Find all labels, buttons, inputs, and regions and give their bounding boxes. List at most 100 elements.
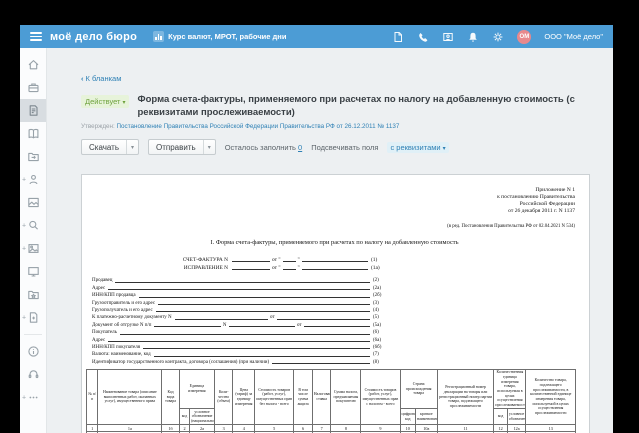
- account-name[interactable]: ООО "Моё дело": [544, 32, 603, 41]
- sidebar-item-person-add[interactable]: +: [20, 168, 46, 191]
- screen-background: моё дело бюро Курс валют, МРОТ, рабочие …: [0, 0, 639, 433]
- form-line-mid-label: от: [295, 323, 304, 328]
- sidebar-item-folder-transfer[interactable]: [20, 145, 46, 168]
- column-number-cell: 2а: [190, 425, 215, 432]
- sidebar-item-folder-star[interactable]: [20, 283, 46, 306]
- line-number: (1): [368, 257, 384, 263]
- sidebar-item-document-add[interactable]: +: [20, 306, 46, 329]
- form-field-blank[interactable]: [108, 340, 370, 342]
- sidebar-item-picture-add[interactable]: +: [20, 237, 46, 260]
- remaining-count-link[interactable]: 0: [298, 143, 302, 152]
- form-line: Продавец(2): [92, 276, 386, 283]
- line-number: (2а): [370, 286, 386, 291]
- col-header-npp: № п/п: [87, 369, 98, 425]
- form-field-blank[interactable]: [283, 260, 296, 262]
- send-button[interactable]: Отправить: [148, 139, 216, 155]
- approved-prefix: Утвержден:: [81, 123, 115, 130]
- form-line-label: Документ об отгрузке N п/п: [92, 323, 154, 328]
- phone-icon[interactable]: [417, 31, 429, 43]
- annex-line: Российской Федерации: [92, 201, 575, 208]
- menu-icon[interactable]: [30, 32, 42, 41]
- column-number-cell: 2: [179, 425, 189, 432]
- form-field-blank[interactable]: [304, 325, 370, 327]
- sidebar-item-ledger-book[interactable]: [20, 122, 46, 145]
- sidebar: + + +: [20, 48, 47, 433]
- sidebar-item-documents[interactable]: [20, 99, 46, 122]
- send-dropdown-caret[interactable]: [203, 140, 215, 154]
- form-field-blank[interactable]: [302, 260, 368, 262]
- sidebar-item-info[interactable]: [20, 340, 46, 363]
- form-line-label: ИНН/КПП продавца: [92, 293, 139, 298]
- annex-block: Приложение N 1к постановлению Правительс…: [92, 187, 577, 215]
- highlight-mode-select[interactable]: с реквизитами: [387, 142, 448, 153]
- column-number-cell: 10: [400, 425, 415, 432]
- form-field-blank[interactable]: [139, 296, 370, 298]
- title-block: Действует Форма счета-фактуры, применяем…: [81, 94, 606, 119]
- annex-line: к постановлению Правительства: [92, 194, 575, 201]
- form-line-mid-label: от: [268, 315, 277, 320]
- col-header-country: Страна происхождения товара: [400, 369, 437, 409]
- col-header-country-name: краткое наименование: [416, 409, 438, 425]
- sidebar-item-support[interactable]: [20, 363, 46, 386]
- form-field-blank[interactable]: [272, 362, 370, 364]
- sidebar-item-monitor[interactable]: [20, 260, 46, 283]
- col-header-name: Наименование товара (описание выполненны…: [98, 369, 162, 425]
- col-header-trace-unit-symbol: условное обозначение: [507, 409, 526, 425]
- main-area: + + +: [20, 48, 613, 433]
- form-field-blank[interactable]: [158, 303, 370, 305]
- line-number: (6б): [370, 345, 386, 350]
- form-field-blank[interactable]: [143, 347, 370, 349]
- toolbar: Скачать Отправить Осталось заполнить 0 П…: [81, 139, 613, 155]
- column-number-cell: 1а: [98, 425, 162, 432]
- sidebar-item-briefcase[interactable]: [20, 76, 46, 99]
- form-line-label: Адрес: [92, 338, 108, 343]
- webinar-icon[interactable]: [442, 31, 454, 43]
- column-number-cell: 5: [255, 425, 294, 432]
- column-number-cell: 13: [526, 425, 576, 432]
- form-field-blank[interactable]: [175, 318, 268, 320]
- form-line-label: Адрес: [92, 286, 108, 291]
- form-line: Грузоотправитель и его адрес(3): [92, 298, 386, 305]
- rates-quick-link[interactable]: Курс валют, МРОТ, рабочие дни: [153, 31, 286, 42]
- form-field-blank[interactable]: [154, 325, 220, 327]
- form-field-blank[interactable]: [156, 310, 370, 312]
- status-badge[interactable]: Действует: [81, 95, 129, 108]
- settings-icon[interactable]: [492, 31, 504, 43]
- form-field-blank[interactable]: [115, 281, 370, 283]
- col-header-tax-sum: Сумма налога, предъявляемая покупателю: [331, 369, 361, 425]
- sidebar-item-home[interactable]: [20, 53, 46, 76]
- invoice-line-label: ИСПРАВЛЕНИЕ N: [92, 265, 232, 271]
- tasks-icon[interactable]: [392, 31, 404, 43]
- form-field-blank[interactable]: [108, 288, 370, 290]
- avatar[interactable]: ОМ: [517, 30, 531, 44]
- form-field-blank[interactable]: [232, 268, 270, 270]
- column-number-cell: 12а: [507, 425, 526, 432]
- download-button-label: Скачать: [82, 140, 126, 154]
- back-link[interactable]: К бланкам: [81, 74, 121, 83]
- form-line: Идентификатор государственного контракта…: [92, 357, 386, 364]
- col-header-unit: Единица измерения: [179, 369, 214, 409]
- form-field-blank[interactable]: [302, 268, 368, 270]
- col-header-trace-unit: Количественная единица измерения товара,…: [494, 369, 526, 409]
- form-lines: Продавец(2)Адрес(2а)ИНН/КПП продавца(2б)…: [92, 276, 386, 365]
- sidebar-item-more[interactable]: +: [20, 386, 46, 409]
- approved-link[interactable]: Постановление Правительства Российской Ф…: [117, 123, 400, 130]
- sidebar-item-image-editor[interactable]: [20, 191, 46, 214]
- brand-logo[interactable]: моё дело бюро: [50, 31, 137, 43]
- form-field-blank[interactable]: [277, 318, 370, 320]
- download-button[interactable]: Скачать: [81, 139, 139, 155]
- document-paper: Приложение N 1к постановлению Правительс…: [81, 174, 590, 433]
- download-dropdown-caret[interactable]: [126, 140, 138, 154]
- sidebar-item-search-add[interactable]: +: [20, 214, 46, 237]
- form-field-blank[interactable]: [232, 260, 270, 262]
- highlight-mode-value: с реквизитами: [390, 143, 440, 152]
- line-number: (4): [370, 308, 386, 313]
- rates-quick-link-label: Курс валют, МРОТ, рабочие дни: [168, 32, 286, 41]
- notifications-icon[interactable]: [467, 31, 479, 43]
- form-field-blank[interactable]: [229, 325, 295, 327]
- line-number: (7): [370, 352, 386, 357]
- form-field-blank[interactable]: [154, 355, 370, 357]
- plus-badge-icon: +: [22, 176, 26, 183]
- form-field-blank[interactable]: [283, 268, 296, 270]
- form-field-blank[interactable]: [120, 333, 370, 335]
